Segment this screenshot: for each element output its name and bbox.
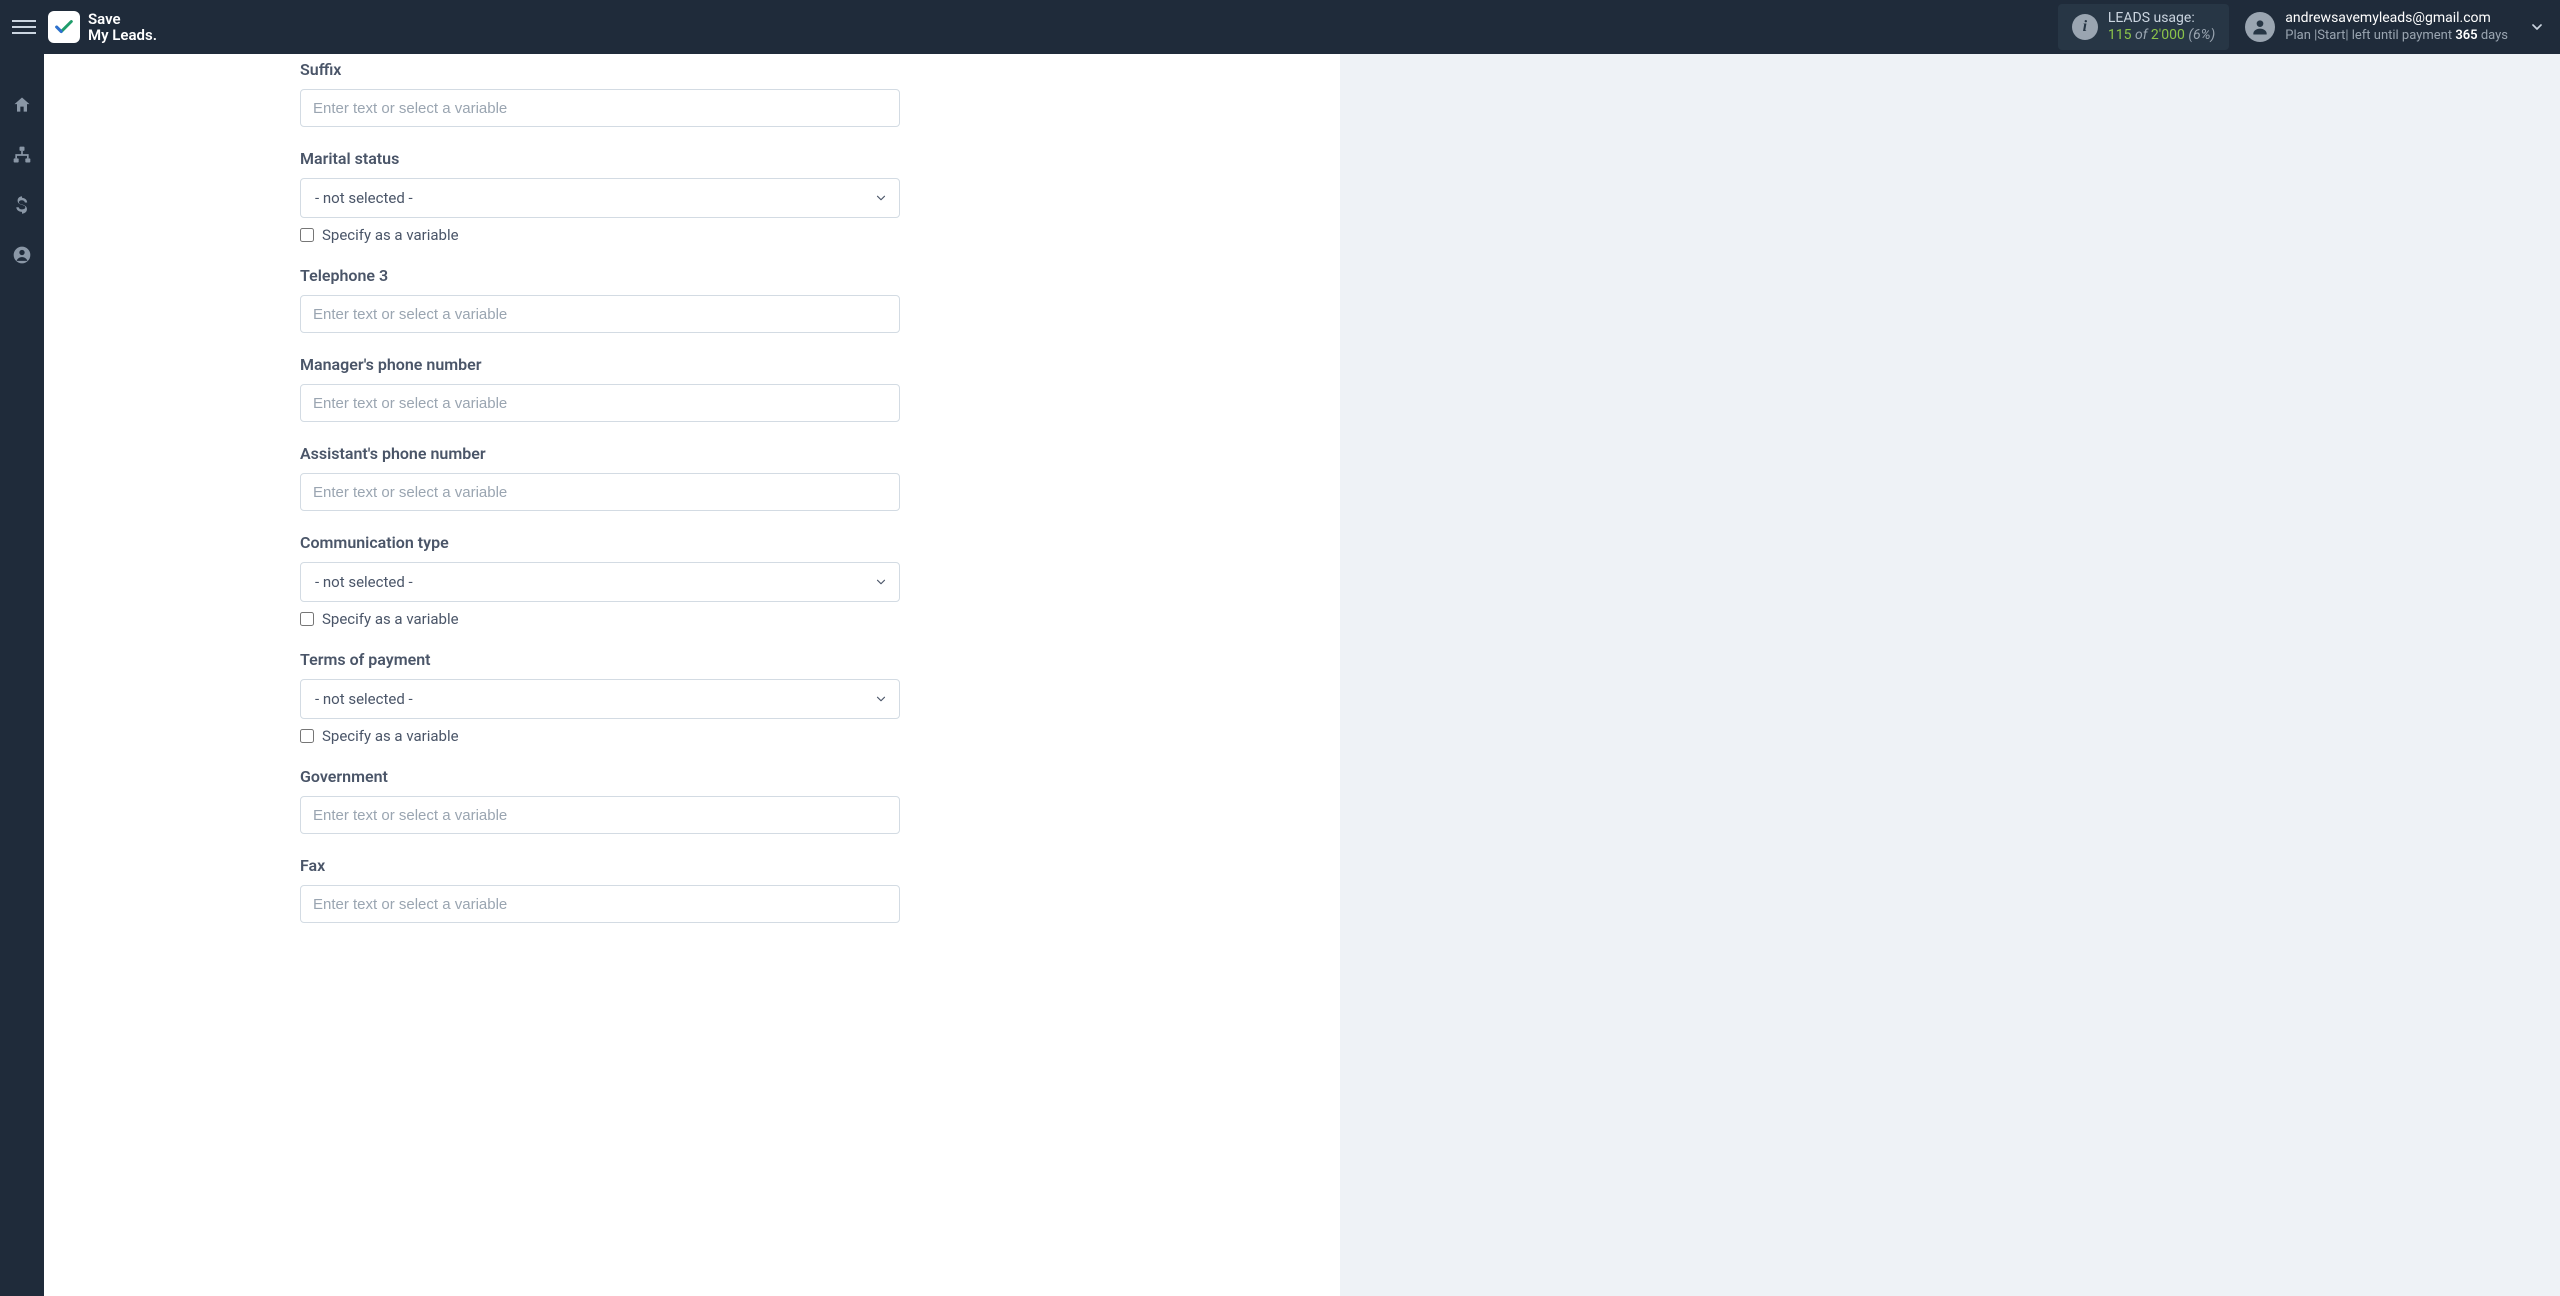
input-manager-phone[interactable] bbox=[300, 384, 900, 422]
user-text: andrewsavemyleads@gmail.com Plan |Start|… bbox=[2285, 10, 2508, 44]
nav-home-icon[interactable] bbox=[11, 94, 33, 116]
user-menu[interactable]: andrewsavemyleads@gmail.com Plan |Start|… bbox=[2245, 10, 2508, 44]
select-communication-type[interactable]: - not selected - bbox=[300, 562, 900, 602]
menu-toggle[interactable] bbox=[12, 15, 36, 39]
label-manager-phone: Manager's phone number bbox=[300, 355, 900, 374]
checkbox-label: Specify as a variable bbox=[322, 610, 459, 628]
brand[interactable]: Save My Leads. bbox=[48, 11, 157, 44]
field-telephone3: Telephone 3 bbox=[300, 266, 900, 333]
avatar-icon bbox=[2245, 12, 2275, 42]
field-assistant-phone: Assistant's phone number bbox=[300, 444, 900, 511]
nav-account-icon[interactable] bbox=[11, 244, 33, 266]
field-fax: Fax bbox=[300, 856, 900, 923]
checkbox-marital-variable[interactable] bbox=[300, 228, 314, 242]
field-terms-of-payment: Terms of payment - not selected - Speci bbox=[300, 650, 900, 745]
brand-logo-icon bbox=[48, 11, 80, 43]
field-suffix: Suffix bbox=[300, 60, 900, 127]
brand-text: Save My Leads. bbox=[88, 11, 157, 44]
user-menu-chevron[interactable] bbox=[2526, 16, 2548, 38]
input-assistant-phone[interactable] bbox=[300, 473, 900, 511]
topbar: Save My Leads. i LEADS usage: 115 of 2'0… bbox=[0, 0, 2560, 54]
input-suffix[interactable] bbox=[300, 89, 900, 127]
form-panel: Suffix Marital status - not selected - bbox=[44, 54, 1340, 1296]
checkbox-label: Specify as a variable bbox=[322, 226, 459, 244]
label-telephone3: Telephone 3 bbox=[300, 266, 900, 285]
leads-usage-badge[interactable]: i LEADS usage: 115 of 2'000 (6%) bbox=[2058, 4, 2229, 50]
checkbox-label: Specify as a variable bbox=[322, 727, 459, 745]
select-value: - not selected - bbox=[315, 189, 413, 207]
checkbox-terms-variable[interactable] bbox=[300, 729, 314, 743]
label-marital-status: Marital status bbox=[300, 149, 900, 168]
info-icon: i bbox=[2072, 14, 2098, 40]
main-area: Suffix Marital status - not selected - bbox=[44, 54, 2560, 1296]
select-terms-of-payment[interactable]: - not selected - bbox=[300, 679, 900, 719]
label-communication-type: Communication type bbox=[300, 533, 900, 552]
field-communication-type: Communication type - not selected - Spe bbox=[300, 533, 900, 628]
label-suffix: Suffix bbox=[300, 60, 900, 79]
select-value: - not selected - bbox=[315, 690, 413, 708]
input-telephone3[interactable] bbox=[300, 295, 900, 333]
input-fax[interactable] bbox=[300, 885, 900, 923]
checkbox-communication-variable[interactable] bbox=[300, 612, 314, 626]
field-marital-status: Marital status - not selected - Specify bbox=[300, 149, 900, 244]
leads-usage-text: LEADS usage: 115 of 2'000 (6%) bbox=[2108, 10, 2215, 44]
label-terms-of-payment: Terms of payment bbox=[300, 650, 900, 669]
nav-sitemap-icon[interactable] bbox=[11, 144, 33, 166]
select-marital-status[interactable]: - not selected - bbox=[300, 178, 900, 218]
nav-billing-icon[interactable] bbox=[11, 194, 33, 216]
select-value: - not selected - bbox=[315, 573, 413, 591]
label-assistant-phone: Assistant's phone number bbox=[300, 444, 900, 463]
label-fax: Fax bbox=[300, 856, 900, 875]
field-manager-phone: Manager's phone number bbox=[300, 355, 900, 422]
label-government: Government bbox=[300, 767, 900, 786]
sidebar bbox=[0, 54, 44, 1296]
field-government: Government bbox=[300, 767, 900, 834]
input-government[interactable] bbox=[300, 796, 900, 834]
